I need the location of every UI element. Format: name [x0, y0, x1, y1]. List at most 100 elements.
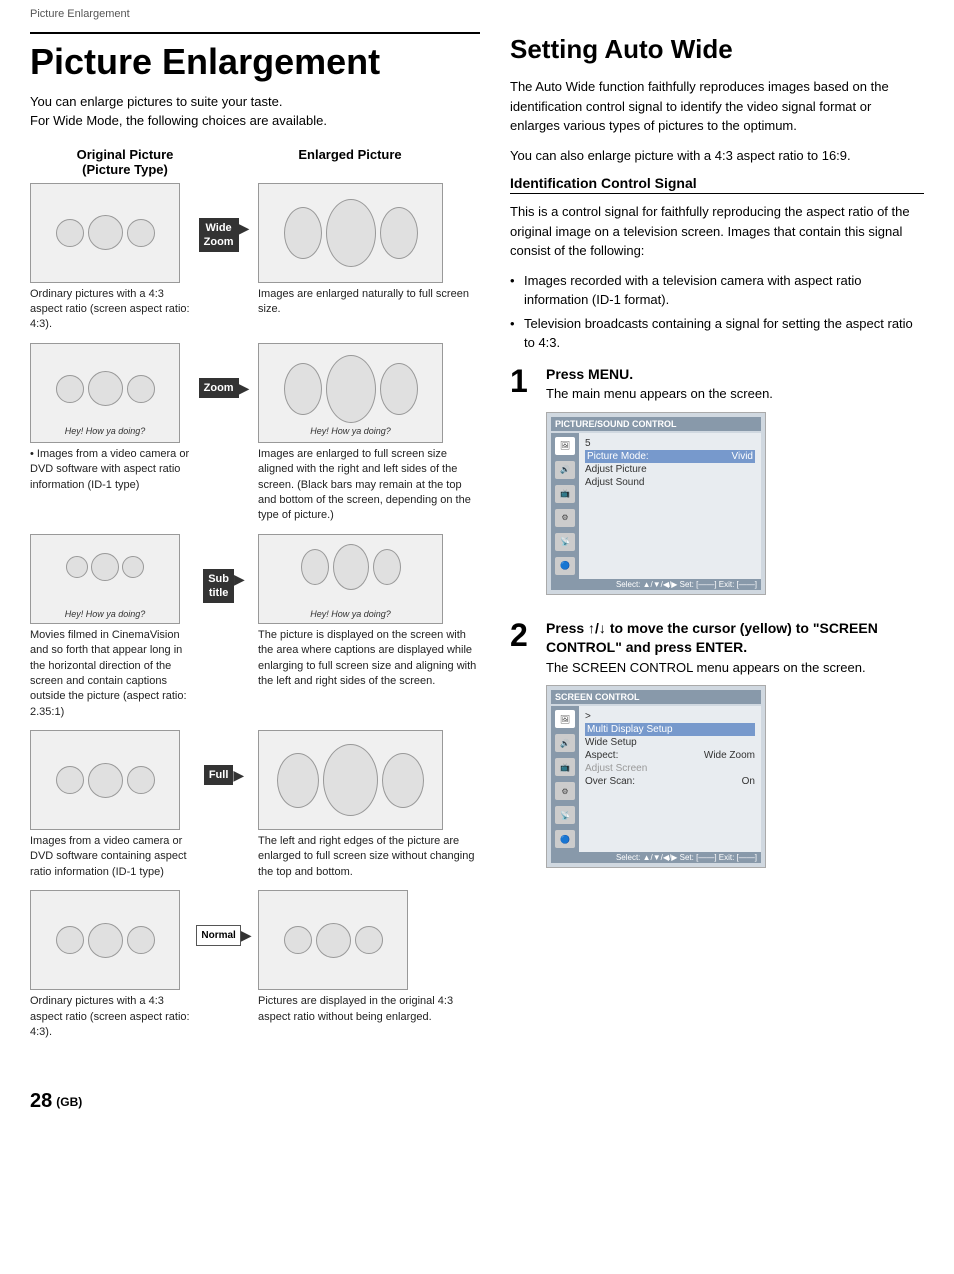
menu-icon: 📡 — [555, 533, 575, 551]
section-title-auto-wide: Setting Auto Wide — [510, 34, 924, 65]
menu-content-2: > Multi Display Setup Wide Setup Aspect:… — [579, 706, 761, 852]
menu-row: > — [585, 710, 755, 723]
circle-decoration — [355, 926, 383, 954]
menu-footer-2: Select: ▲/▼/◀/▶ Set: [——] Exit: [——] — [551, 852, 761, 863]
left-column: Picture Enlargement You can enlarge pict… — [30, 24, 480, 1050]
auto-wide-intro-p1: The Auto Wide function faithfully reprod… — [510, 77, 924, 136]
menu-icon: ⚙ — [555, 782, 575, 800]
menu-icon: 🔊 — [555, 461, 575, 479]
enlarged-frame-normal — [258, 890, 408, 990]
circle-decoration — [326, 355, 376, 423]
menu-icon: 📺 — [555, 758, 575, 776]
circle-decoration — [88, 371, 123, 406]
bullet-item: Television broadcasts containing a signa… — [510, 314, 924, 353]
step-2-title: Press ↑/↓ to move the cursor (yellow) to… — [546, 619, 924, 658]
original-frame-subtitle: Hey! How ya doing? — [30, 534, 180, 624]
circle-decoration — [323, 744, 378, 816]
original-picture-zoom: Hey! How ya doing? • Images from a video… — [30, 343, 190, 493]
circle-decoration — [88, 923, 123, 958]
circle-decoration — [301, 549, 329, 585]
page-title: Picture Enlargement — [30, 32, 480, 82]
circle-decoration — [333, 544, 369, 590]
table-row: Hey! How ya doing? • Images from a video… — [30, 343, 480, 524]
enlarged-frame-subtitle: Hey! How ya doing? — [258, 534, 443, 624]
menu-row: Wide Setup — [585, 736, 755, 749]
step-1: 1 Press MENU. The main menu appears on t… — [510, 365, 924, 603]
step-1-content: Press MENU. The main menu appears on the… — [546, 365, 924, 603]
step-1-desc: The main menu appears on the screen. — [546, 384, 924, 404]
menu-title-1: PICTURE/SOUND CONTROL — [551, 417, 761, 431]
menu-footer-1: Select: ▲/▼/◀/▶ Set: [——] Exit: [——] — [551, 579, 761, 590]
circle-decoration — [277, 753, 319, 808]
enlarged-picture-normal: Pictures are displayed in the original 4… — [258, 890, 480, 1025]
menu-screenshot-1: PICTURE/SOUND CONTROL 🖼 🔊 📺 ⚙ 📡 🔵 5 — [546, 412, 766, 595]
circle-decoration — [56, 219, 84, 247]
circle-decoration — [326, 199, 376, 267]
menu-screenshot-2: SCREEN CONTROL 🖼 🔊 📺 ⚙ 📡 🔵 > Mult — [546, 685, 766, 868]
menu-row: Over Scan:On — [585, 775, 755, 788]
original-caption-full: Images from a video camera or DVD softwa… — [30, 834, 190, 880]
original-frame-zoom: Hey! How ya doing? — [30, 343, 180, 443]
circle-decoration — [380, 363, 418, 415]
enlarged-caption-zoom: Images are enlarged to full screen size … — [258, 447, 480, 524]
intro-text: You can enlarge pictures to suite your t… — [30, 92, 480, 131]
auto-wide-intro-p2: You can also enlarge picture with a 4:3 … — [510, 146, 924, 166]
original-picture-subtitle: Hey! How ya doing? Movies filmed in Cine… — [30, 534, 190, 720]
circle-decoration — [373, 549, 401, 585]
circle-decoration — [66, 556, 88, 578]
menu-icon: 🔵 — [555, 830, 575, 848]
badge-full: Full ▶ — [194, 730, 254, 785]
badge-normal: Normal ▶ — [194, 890, 254, 946]
circle-decoration — [91, 553, 119, 581]
table-header: Original Picture(Picture Type) Enlarged … — [30, 147, 480, 177]
menu-title-2: SCREEN CONTROL — [551, 690, 761, 704]
original-frame-normal — [30, 890, 180, 990]
circle-decoration — [127, 219, 155, 247]
step-number-1: 1 — [510, 365, 538, 397]
enlarged-caption-normal: Pictures are displayed in the original 4… — [258, 994, 480, 1025]
menu-icon: 📺 — [555, 485, 575, 503]
circle-decoration — [127, 926, 155, 954]
badge-subtitle: Subtitle ▶ — [194, 534, 254, 604]
menu-icons-col-2: 🖼 🔊 📺 ⚙ 📡 🔵 — [551, 706, 579, 852]
circle-decoration — [380, 207, 418, 259]
enlarged-frame-wide-zoom — [258, 183, 443, 283]
menu-body-1: 🖼 🔊 📺 ⚙ 📡 🔵 5 Picture Mode:Vivid Adjust … — [551, 433, 761, 579]
original-picture-normal: Ordinary pictures with a 4:3 aspect rati… — [30, 890, 190, 1040]
pic-text-subtitle: Hey! How ya doing? — [31, 609, 179, 619]
menu-body-2: 🖼 🔊 📺 ⚙ 📡 🔵 > Multi Display Setup Wide S… — [551, 706, 761, 852]
menu-row: Adjust Sound — [585, 476, 755, 489]
circle-decoration — [284, 926, 312, 954]
page-suffix: (GB) — [56, 1095, 82, 1109]
enlarged-picture-subtitle: Hey! How ya doing? The picture is displa… — [258, 534, 480, 690]
circle-decoration — [56, 926, 84, 954]
pic-text-overlay: Hey! How ya doing? — [259, 426, 442, 436]
pic-text-overlay: Hey! How ya doing? — [31, 426, 179, 436]
menu-row-dimmed: Adjust Screen — [585, 762, 755, 775]
pic-text-subtitle-enlarged: Hey! How ya doing? — [259, 609, 442, 619]
menu-icon: 🖼 — [555, 437, 575, 455]
right-column: Setting Auto Wide The Auto Wide function… — [510, 24, 924, 1050]
menu-icon: ⚙ — [555, 509, 575, 527]
menu-icons-col-1: 🖼 🔊 📺 ⚙ 📡 🔵 — [551, 433, 579, 579]
subsection-intro: This is a control signal for faithfully … — [510, 202, 924, 261]
menu-row: Adjust Picture — [585, 463, 755, 476]
enlarged-caption-wide-zoom: Images are enlarged naturally to full sc… — [258, 287, 480, 318]
subsection-title-id-control: Identification Control Signal — [510, 175, 924, 194]
menu-content-1: 5 Picture Mode:Vivid Adjust Picture Adju… — [579, 433, 761, 579]
step-number-2: 2 — [510, 619, 538, 651]
original-caption-subtitle: Movies filmed in CinemaVision and so for… — [30, 628, 190, 720]
original-caption-normal: Ordinary pictures with a 4:3 aspect rati… — [30, 994, 190, 1040]
page-number: 28 — [30, 1090, 52, 1113]
menu-icon: 🔊 — [555, 734, 575, 752]
step-2-desc: The SCREEN CONTROL menu appears on the s… — [546, 658, 924, 678]
circle-decoration — [88, 763, 123, 798]
menu-row: 5 — [585, 437, 755, 450]
step-1-title: Press MENU. — [546, 365, 924, 385]
menu-row: Aspect:Wide Zoom — [585, 749, 755, 762]
col-original-header: Original Picture(Picture Type) — [30, 147, 220, 177]
enlarged-picture-wide-zoom: Images are enlarged naturally to full sc… — [258, 183, 480, 318]
circle-decoration — [127, 766, 155, 794]
enlarged-caption-subtitle: The picture is displayed on the screen w… — [258, 628, 480, 690]
breadcrumb: Picture Enlargement — [0, 0, 954, 24]
